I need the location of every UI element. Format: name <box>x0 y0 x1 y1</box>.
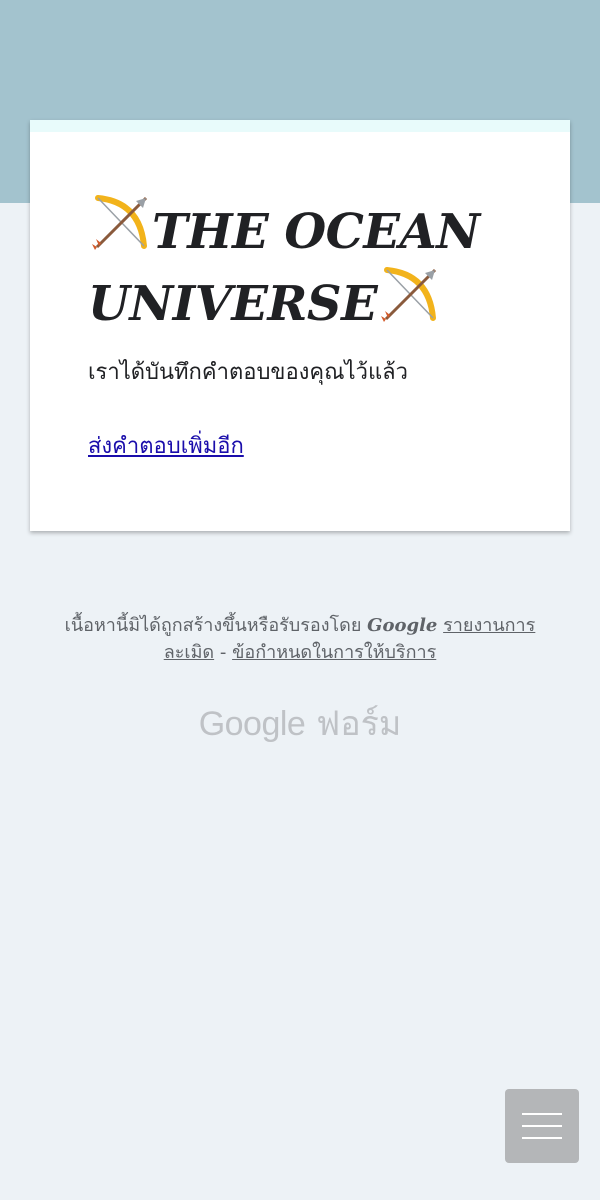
confirmation-message: เราได้บันทึกคำตอบของคุณไว้แล้ว <box>88 360 408 385</box>
google-forms-logo[interactable]: Google ฟอร์ม <box>0 700 600 748</box>
terms-of-service-link[interactable]: ข้อกำหนดในการให้บริการ <box>232 642 436 663</box>
bow-and-arrow-icon <box>381 267 437 322</box>
footer-disclaimer: เนื้อหานี้มิได้ถูกสร้างขึ้นหรือรับรองโดย… <box>40 612 560 666</box>
title-line-2: UNIVERSE <box>88 276 378 332</box>
menu-button[interactable] <box>505 1089 579 1163</box>
forms-logo-text: ฟอร์ม <box>316 704 402 744</box>
disclaimer-text: เนื้อหานี้มิได้ถูกสร้างขึ้นหรือรับรองโดย <box>64 615 362 636</box>
bow-and-arrow-icon <box>92 195 148 250</box>
form-title: THE OCEAN UNIVERSE <box>88 192 528 336</box>
title-line-1: THE OCEAN <box>152 204 480 260</box>
google-logo-text: Google <box>198 705 306 743</box>
footer-separator: - <box>219 642 227 663</box>
submit-another-response-link[interactable]: ส่งคำตอบเพิ่มอีก <box>88 432 244 462</box>
form-card: THE OCEAN UNIVERSE เราได้บันทึกคำตอบของค… <box>30 120 570 531</box>
google-brand-text: Google <box>367 615 438 636</box>
card-accent-bar <box>30 120 570 132</box>
